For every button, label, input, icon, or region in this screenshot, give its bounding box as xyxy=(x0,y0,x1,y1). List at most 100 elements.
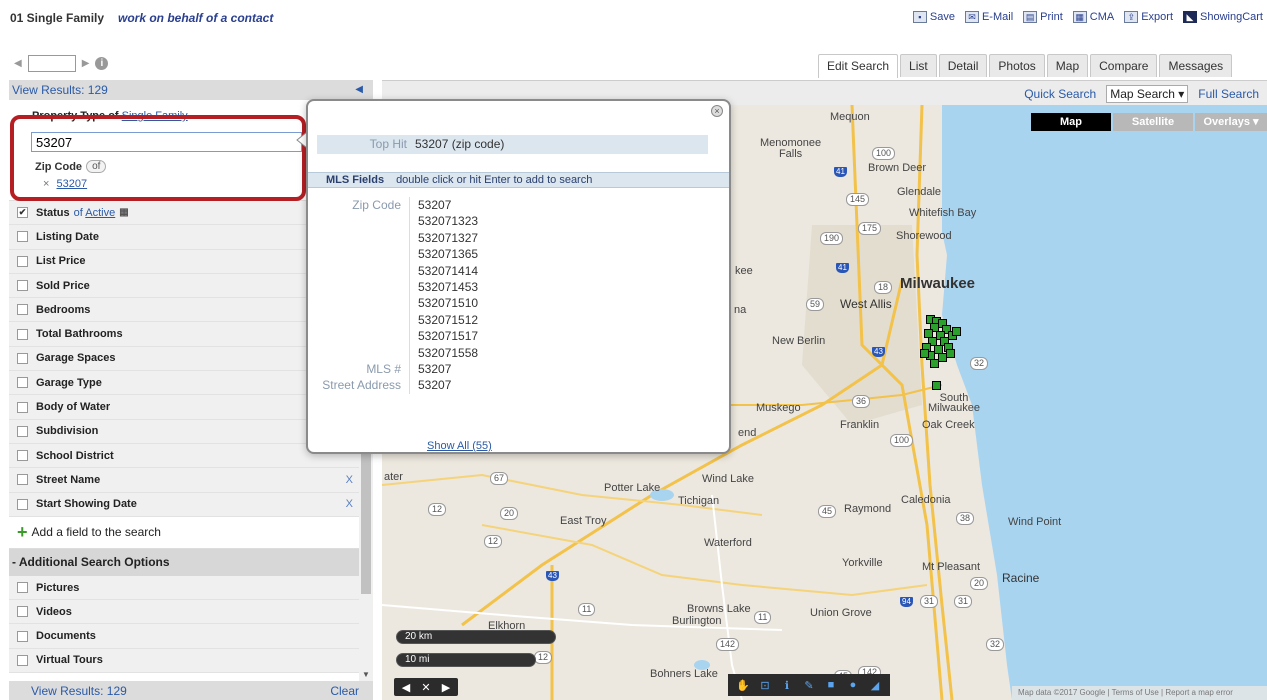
checkbox[interactable] xyxy=(17,498,28,510)
map-search-dropdown[interactable]: Map Search ▾ xyxy=(1106,85,1189,103)
option-documents[interactable]: Documents xyxy=(9,624,359,649)
tab-edit-search[interactable]: Edit Search xyxy=(818,54,899,78)
option-pictures[interactable]: Pictures xyxy=(9,575,359,601)
remove-criterion-button[interactable]: X xyxy=(346,474,353,486)
pager-input[interactable] xyxy=(27,55,76,72)
save-button[interactable]: ▪ Save xyxy=(912,11,955,23)
circle-tool-icon[interactable]: ● xyxy=(844,679,862,691)
suggestion-item[interactable]: 532071365 xyxy=(410,246,478,262)
info-icon[interactable]: i xyxy=(95,57,109,70)
zip-search-input[interactable] xyxy=(31,132,302,152)
checkbox[interactable] xyxy=(17,255,28,267)
view-results-link[interactable]: View Results: 129 xyxy=(12,83,108,97)
listing-marker[interactable] xyxy=(952,327,961,336)
overlays-button[interactable]: Overlays ▾ xyxy=(1195,113,1267,131)
suggestion-item[interactable]: 53207 xyxy=(410,377,451,393)
scroll-down-icon[interactable]: ▼ xyxy=(362,670,370,679)
remove-chip-icon[interactable]: × xyxy=(43,178,49,190)
tab-detail[interactable]: Detail xyxy=(938,54,988,77)
checkbox[interactable] xyxy=(17,401,28,413)
email-button[interactable]: ✉ E-Mail xyxy=(964,11,1013,23)
suggestion-item[interactable]: 532071517 xyxy=(410,328,478,344)
top-hit-row[interactable]: Top Hit 53207 (zip code) xyxy=(317,135,708,154)
pan-left-icon[interactable]: ◀ xyxy=(397,681,415,694)
highway-shield: 38 xyxy=(956,512,975,525)
print-button[interactable]: ▤ Print xyxy=(1023,11,1063,23)
collapse-panel-icon[interactable]: ◀ xyxy=(355,80,363,100)
checkbox[interactable] xyxy=(17,450,28,462)
checkbox[interactable] xyxy=(17,231,28,243)
suggestion-item[interactable]: 532071327 xyxy=(410,230,478,246)
checkbox[interactable] xyxy=(17,582,28,593)
polygon-tool-icon[interactable]: ◢ xyxy=(866,679,884,692)
zip-code-criterion: Zip Code of xyxy=(35,160,107,173)
add-field-button[interactable]: + Add a field to the search xyxy=(9,516,359,549)
suggestion-item[interactable]: 532071453 xyxy=(410,279,478,295)
showingcart-button[interactable]: ◣ ShowingCart xyxy=(1183,11,1263,23)
tab-compare[interactable]: Compare xyxy=(1090,54,1158,77)
checkbox[interactable] xyxy=(17,425,28,437)
select-area-icon[interactable]: ⊡ xyxy=(756,679,774,692)
hand-icon[interactable]: ✋ xyxy=(734,679,752,692)
draw-pen-icon[interactable]: ✎ xyxy=(800,679,818,692)
suggestion-item[interactable]: 532071558 xyxy=(410,345,478,361)
criterion-label: Body of Water xyxy=(36,401,111,414)
map-label-shorewood: Shorewood xyxy=(896,230,952,242)
status-checkbox[interactable]: ✔ xyxy=(17,207,28,219)
checkbox[interactable] xyxy=(17,377,28,389)
map-label-tichigan: Tichigan xyxy=(678,495,720,507)
quick-search-link[interactable]: Quick Search xyxy=(1024,87,1096,101)
checkbox[interactable] xyxy=(17,352,28,364)
checkbox[interactable] xyxy=(17,280,28,292)
checkbox[interactable] xyxy=(17,304,28,316)
cma-button[interactable]: ▦ CMA xyxy=(1072,11,1114,23)
checkbox[interactable] xyxy=(17,630,28,642)
criterion-start-showing-date[interactable]: Start Showing Date X xyxy=(9,492,359,517)
full-search-link[interactable]: Full Search xyxy=(1198,87,1259,101)
listing-marker[interactable] xyxy=(920,349,929,358)
close-icon[interactable]: × xyxy=(711,105,723,117)
fullscreen-icon[interactable]: ✕ xyxy=(417,681,435,694)
suggestion-item[interactable]: 532071323 xyxy=(410,213,478,229)
calendar-icon[interactable]: ▦ xyxy=(119,207,128,218)
suggestion-item[interactable]: 532071510 xyxy=(410,295,478,311)
suggestion-item[interactable]: 532071512 xyxy=(410,312,478,328)
export-button[interactable]: ⇪ Export xyxy=(1124,11,1173,23)
checkbox[interactable] xyxy=(17,328,28,340)
checkbox[interactable] xyxy=(17,654,28,666)
suggestion-item[interactable]: 53207 xyxy=(410,197,478,213)
tab-photos[interactable]: Photos xyxy=(989,54,1045,77)
highway-shield: 67 xyxy=(490,472,509,485)
option-videos[interactable]: Videos xyxy=(9,600,359,625)
listing-marker[interactable] xyxy=(932,381,941,390)
info-tool-icon[interactable]: ℹ xyxy=(778,679,796,692)
rectangle-tool-icon[interactable]: ■ xyxy=(822,679,840,691)
clear-link[interactable]: Clear xyxy=(330,684,359,698)
prev-arrow-icon[interactable]: ◀ xyxy=(14,58,22,69)
tab-map[interactable]: Map xyxy=(1046,54,1089,77)
zip-of-pill[interactable]: of xyxy=(86,160,107,173)
listing-marker[interactable] xyxy=(946,349,955,358)
next-arrow-icon[interactable]: ▶ xyxy=(82,58,90,69)
additional-options-header[interactable]: - Additional Search Options xyxy=(9,548,359,576)
criterion-street-name[interactable]: Street Name X xyxy=(9,468,359,493)
suggestion-item[interactable]: 53207 xyxy=(410,361,451,377)
remove-criterion-button[interactable]: X xyxy=(346,498,353,510)
property-type-link[interactable]: Single Family xyxy=(122,110,188,122)
tab-list[interactable]: List xyxy=(900,54,937,77)
checkbox[interactable] xyxy=(17,474,28,486)
footer-view-results-link[interactable]: View Results: 129 xyxy=(31,684,127,698)
work-on-behalf-link[interactable]: work on behalf of a contact xyxy=(118,11,273,25)
map-type-satellite-button[interactable]: Satellite xyxy=(1113,113,1193,131)
option-virtual-tours[interactable]: Virtual Tours xyxy=(9,648,359,674)
checkbox[interactable] xyxy=(17,606,28,618)
suggestion-item[interactable]: 532071414 xyxy=(410,263,478,279)
highway-shield: 31 xyxy=(954,595,973,608)
pan-right-icon[interactable]: ▶ xyxy=(437,681,455,694)
tab-messages[interactable]: Messages xyxy=(1159,54,1233,77)
status-value-link[interactable]: Active xyxy=(85,207,115,219)
listing-marker[interactable] xyxy=(930,359,939,368)
show-all-link[interactable]: Show All (55) xyxy=(427,440,492,452)
map-type-map-button[interactable]: Map xyxy=(1031,113,1111,131)
zip-chip-value[interactable]: 53207 xyxy=(57,178,88,190)
